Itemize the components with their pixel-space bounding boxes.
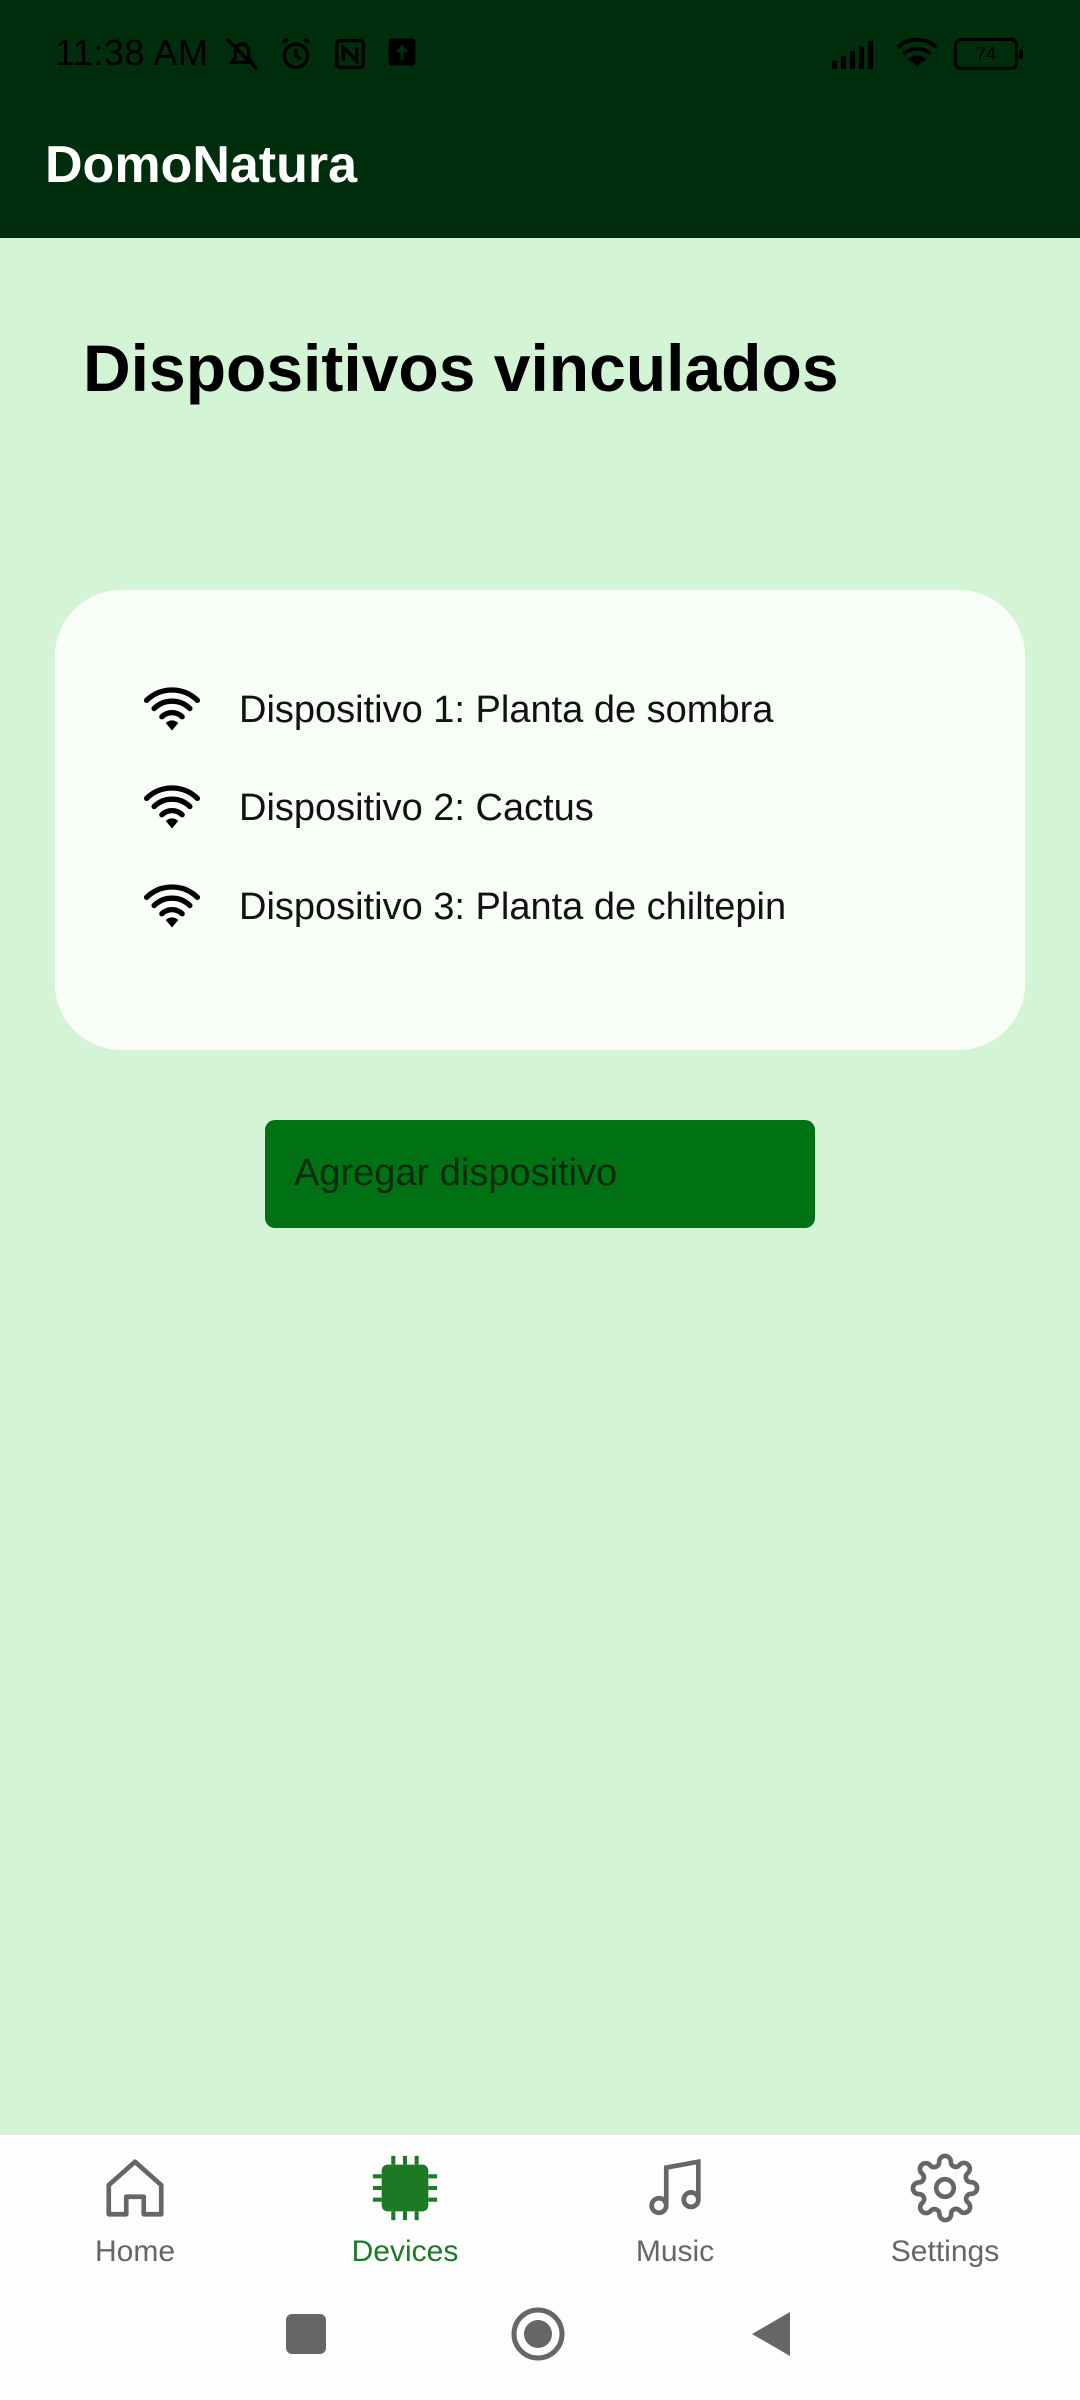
device-item[interactable]: Dispositivo 2: Cactus bbox=[143, 778, 594, 838]
home-circle-icon[interactable] bbox=[510, 2306, 566, 2362]
status-time: 11:38 AM bbox=[55, 32, 209, 73]
nav-settings-label: Settings bbox=[890, 2235, 1000, 2268]
nav-devices[interactable]: Devices bbox=[270, 2135, 540, 2285]
device-label: Dispositivo 1: Planta de sombra bbox=[239, 688, 774, 731]
device-item[interactable]: Dispositivo 3: Planta de chiltepin bbox=[143, 877, 786, 937]
status-icons-left bbox=[222, 34, 420, 74]
bottom-navigation: Home Devices Music Settings bbox=[0, 2134, 1080, 2285]
nav-settings[interactable]: Settings bbox=[810, 2135, 1080, 2285]
app-bar: DomoNatura bbox=[0, 110, 1080, 238]
wifi-icon bbox=[143, 687, 201, 731]
page-title: Dispositivos vinculados bbox=[83, 331, 839, 405]
wifi-status-icon bbox=[896, 37, 938, 68]
wifi-icon bbox=[143, 884, 201, 928]
recents-square-icon[interactable] bbox=[286, 2314, 326, 2354]
battery-indicator: 74 bbox=[954, 38, 1023, 70]
status-bar: 11:38 AM 74 bbox=[0, 0, 1080, 110]
device-list-card: Dispositivo 1: Planta de sombra Disposit… bbox=[55, 590, 1025, 1050]
signal-icon bbox=[832, 41, 873, 69]
nav-music-label: Music bbox=[635, 2235, 715, 2268]
chip-icon bbox=[372, 2155, 438, 2221]
back-triangle-icon[interactable] bbox=[750, 2310, 792, 2358]
device-label: Dispositivo 2: Cactus bbox=[239, 786, 594, 829]
upload-icon bbox=[388, 38, 416, 66]
muted-bell-icon bbox=[225, 37, 259, 71]
nav-home-label: Home bbox=[94, 2235, 176, 2268]
add-device-button[interactable]: Agregar dispositivo bbox=[265, 1120, 815, 1228]
alarm-icon bbox=[281, 37, 311, 69]
device-item[interactable]: Dispositivo 1: Planta de sombra bbox=[143, 680, 773, 740]
add-device-button-label: Agregar dispositivo bbox=[294, 1152, 618, 1194]
status-icons-right: 74 bbox=[830, 36, 1023, 72]
system-navigation-bar bbox=[0, 2284, 1080, 2400]
nav-music[interactable]: Music bbox=[540, 2135, 810, 2285]
nav-devices-label: Devices bbox=[351, 2235, 459, 2268]
home-icon bbox=[106, 2159, 164, 2217]
device-label: Dispositivo 3: Planta de chiltepin bbox=[239, 885, 787, 928]
gear-icon bbox=[910, 2153, 980, 2223]
nav-home[interactable]: Home bbox=[0, 2135, 270, 2285]
nfc-icon bbox=[335, 39, 365, 69]
battery-level: 74 bbox=[975, 43, 997, 64]
music-note-icon bbox=[649, 2158, 701, 2216]
app-title: DomoNatura bbox=[45, 136, 358, 194]
wifi-icon bbox=[143, 785, 201, 829]
